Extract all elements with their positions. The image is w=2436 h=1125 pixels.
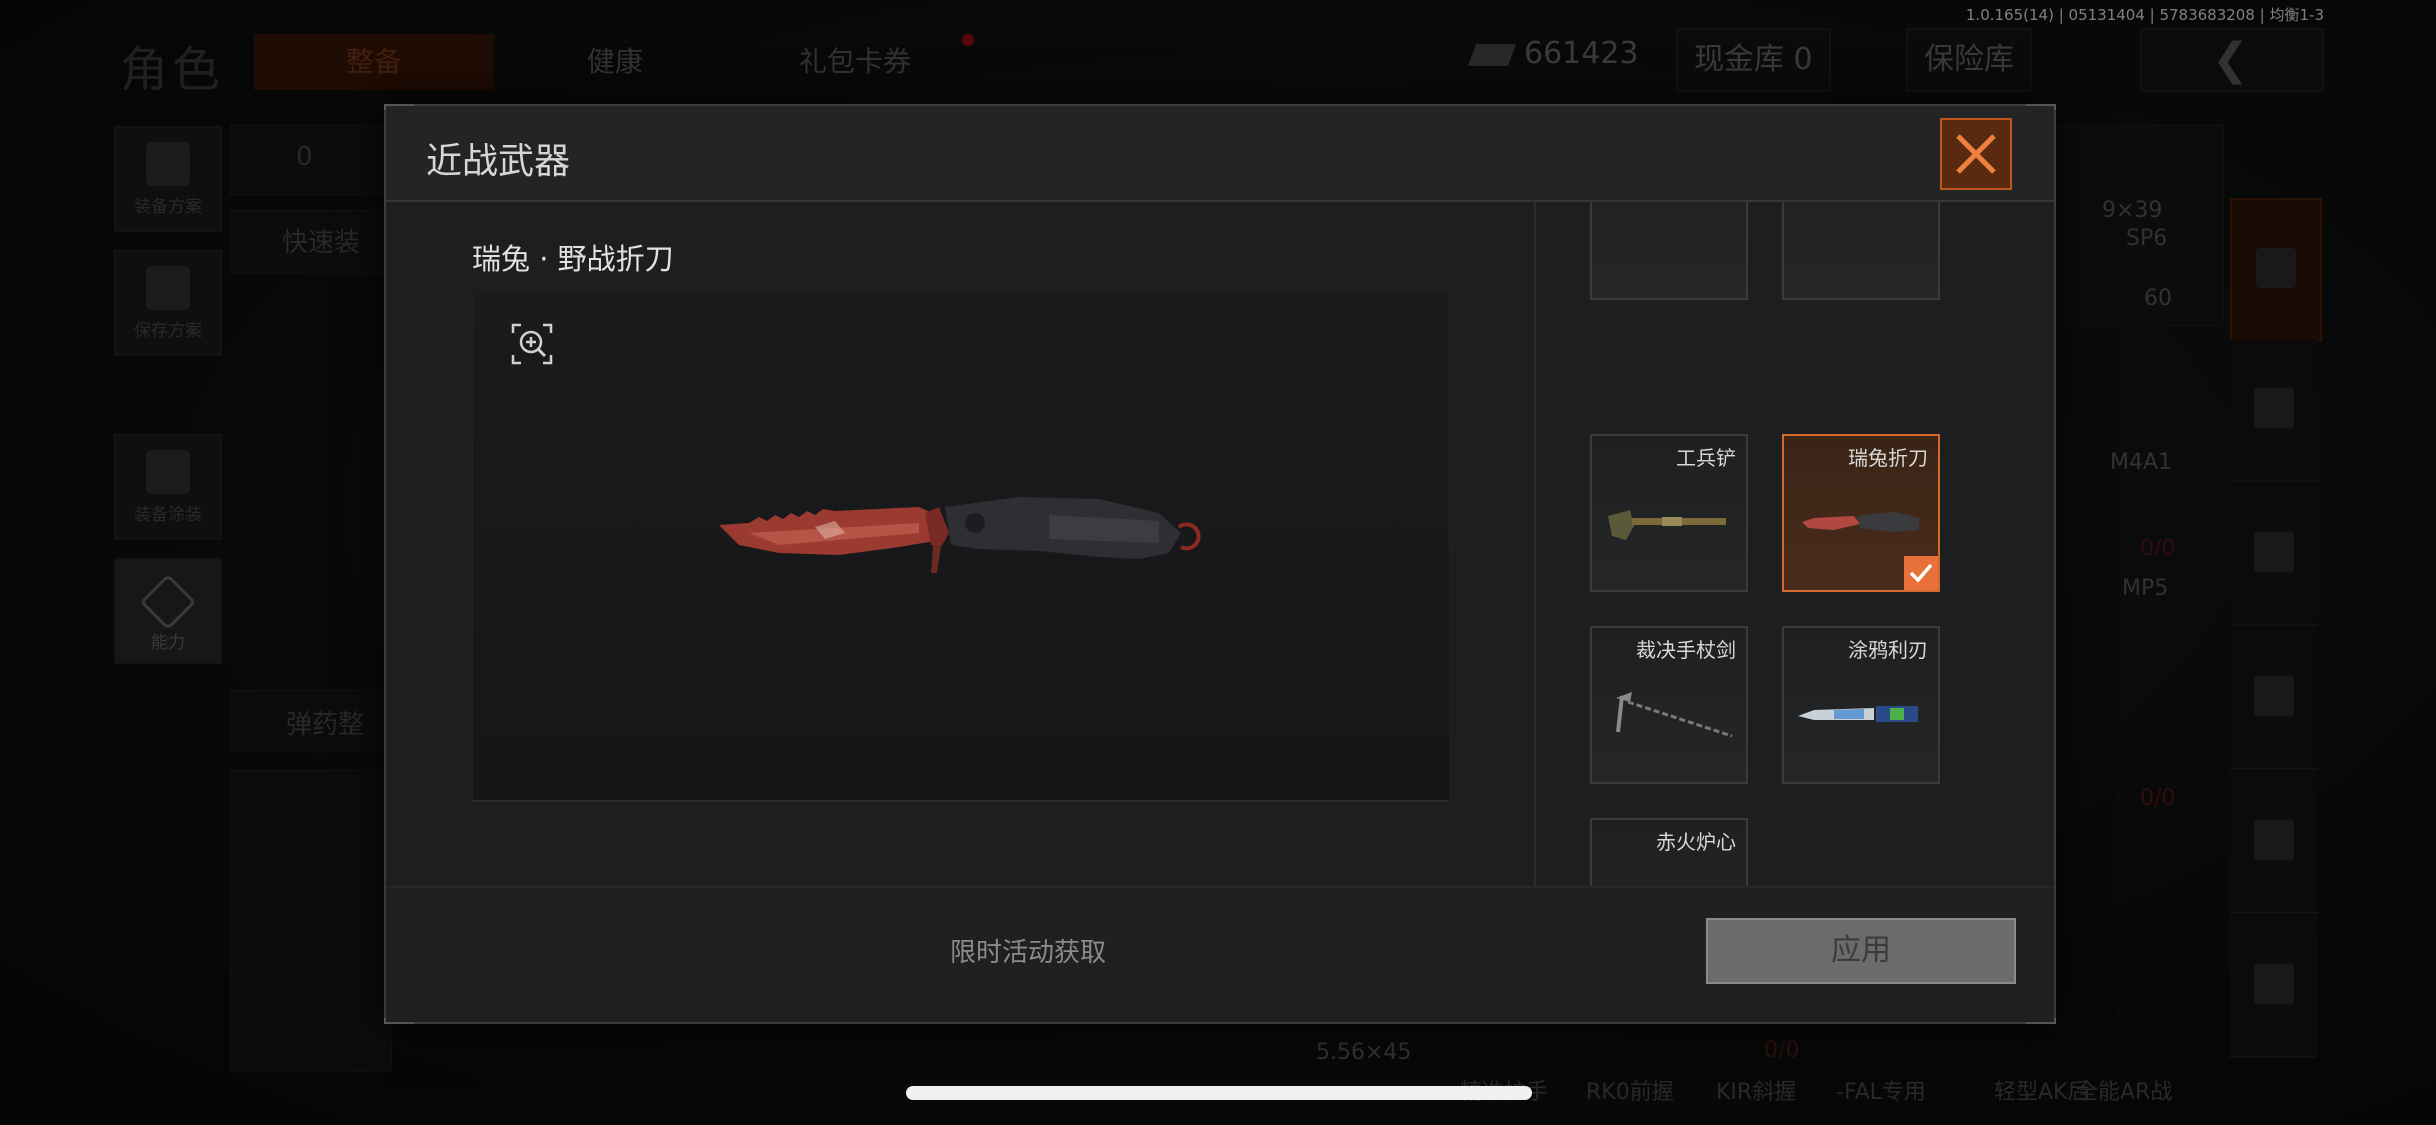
save-plan-label: 保存方案	[134, 321, 202, 341]
weapon-preview[interactable]	[472, 292, 1450, 802]
melee-weapon-dialog: 近战武器 瑞兔 · 野战折刀 工兵铲 瑞兔折刀 裁决手杖剑 涂鸦利刃 赤火炉心 …	[384, 104, 2056, 1024]
close-button[interactable]	[1940, 118, 2012, 190]
loadout-plan-label: 装备方案	[134, 197, 202, 217]
notification-dot	[962, 34, 974, 46]
tab-gift-coupons[interactable]: 礼包卡券	[740, 34, 970, 90]
insurance-button[interactable]: 保险库	[1906, 28, 2032, 92]
shovel-icon	[1608, 510, 1726, 540]
slot-ammo[interactable]	[2230, 772, 2318, 914]
slot-magazine[interactable]	[2230, 628, 2318, 770]
tab-health[interactable]: 健康	[500, 34, 730, 90]
download-icon	[146, 266, 190, 310]
acquisition-source: 限时活动获取	[950, 938, 1107, 968]
weapon-card-folding-knife[interactable]: 瑞兔折刀	[1782, 434, 1940, 592]
close-icon	[1956, 134, 1996, 174]
cane-sword-icon	[1616, 692, 1733, 738]
selected-check-icon	[1904, 556, 1938, 590]
home-indicator[interactable]	[906, 1086, 1532, 1100]
attachment-tag[interactable]: -FAL专用	[1836, 1074, 1926, 1106]
weapon-card[interactable]	[1782, 202, 1940, 300]
attachment-slot-icon	[2254, 964, 2294, 1004]
sp6-label: SP6	[2126, 226, 2168, 251]
ability-label: 能力	[151, 633, 185, 653]
folding-knife-icon	[1802, 512, 1920, 532]
m4a1-ammo: 0/0	[2140, 536, 2176, 561]
skin-button[interactable]: 装备涂装	[114, 434, 222, 540]
slot-attachment[interactable]	[2230, 916, 2318, 1058]
save-plan-button[interactable]: 保存方案	[114, 250, 222, 356]
melee-slot-icon	[2256, 248, 2296, 288]
mp5-label: MP5	[2122, 576, 2169, 601]
left-panel-lower	[230, 770, 392, 1072]
preview-underline	[472, 800, 1448, 802]
tab-equipment[interactable]: 整备	[254, 34, 494, 90]
attachment-tag[interactable]: RK0前握	[1586, 1074, 1674, 1106]
slot-rifle[interactable]	[2230, 484, 2318, 626]
slot-helmet[interactable]	[2230, 340, 2318, 482]
armor-count: 0	[296, 142, 313, 172]
sp6-count: 60	[2144, 286, 2172, 311]
quick-equip-label: 快速装	[282, 228, 361, 258]
m4a1-label: M4A1	[2110, 450, 2173, 475]
currency-display: 661423	[1467, 36, 1639, 71]
currency-value: 661423	[1524, 36, 1639, 71]
page-title: 角色	[120, 42, 225, 98]
apply-button[interactable]: 应用	[1706, 918, 2016, 984]
ammo-card[interactable]	[2052, 124, 2224, 326]
vest-icon	[146, 142, 190, 186]
ammo-label: 弹药整	[286, 710, 365, 740]
weapon-card-name: 工兵铲	[1676, 446, 1736, 470]
folding-knife-render	[719, 497, 1201, 573]
helmet-slot-icon	[2254, 388, 2294, 428]
weapon-card-shovel[interactable]: 工兵铲	[1590, 434, 1748, 592]
rifle-slot-icon	[2254, 532, 2294, 572]
weapon-card[interactable]	[1590, 202, 1748, 300]
dialog-header: 近战武器	[386, 106, 2054, 202]
currency-icon	[1467, 43, 1517, 66]
vault-button[interactable]: 现金库 0	[1676, 28, 1831, 92]
caliber-top: 9×39	[2102, 198, 2163, 223]
build-info: 1.0.165(14) | 05131404 | 5783683208 | 均衡…	[1965, 6, 2324, 24]
attachment-tag[interactable]: 全能AR战	[2076, 1074, 2172, 1106]
helmet-icon	[146, 450, 190, 494]
ability-button[interactable]: 能力	[114, 558, 222, 664]
slot-melee[interactable]	[2230, 198, 2322, 342]
zoom-in-icon[interactable]	[511, 323, 553, 365]
caliber-bottom: 5.56×45	[1316, 1040, 1412, 1065]
skin-label: 装备涂装	[134, 505, 202, 525]
weapon-card-graffiti-blade[interactable]: 涂鸦利刃	[1782, 626, 1940, 784]
caliber-bottom-ammo: 0/0	[1764, 1038, 1800, 1063]
graffiti-blade-icon	[1798, 706, 1918, 722]
dialog-title: 近战武器	[426, 141, 571, 182]
weapon-card-cane-sword[interactable]: 裁决手杖剑	[1590, 626, 1748, 784]
weapon-card-name: 瑞兔折刀	[1848, 446, 1928, 470]
weapon-card-name: 涂鸦利刃	[1848, 638, 1928, 662]
weapon-card-name: 赤火炉心	[1656, 830, 1736, 854]
mp5-ammo: 0/0	[2140, 786, 2176, 811]
bullet-slot-icon	[2254, 820, 2294, 860]
lightning-icon	[139, 573, 197, 631]
attachment-tag[interactable]: KIR斜握	[1716, 1074, 1796, 1106]
weapon-card-name: 裁决手杖剑	[1636, 638, 1736, 662]
back-button[interactable]: ❮	[2140, 28, 2324, 92]
weapon-list[interactable]: 工兵铲 瑞兔折刀 裁决手杖剑 涂鸦利刃 赤火炉心	[1536, 202, 2052, 986]
loadout-plan-button[interactable]: 装备方案	[114, 126, 222, 232]
selected-item-name: 瑞兔 · 野战折刀	[472, 242, 674, 276]
magazine-slot-icon	[2254, 676, 2294, 716]
back-arrow-icon: ❮	[2212, 34, 2249, 85]
